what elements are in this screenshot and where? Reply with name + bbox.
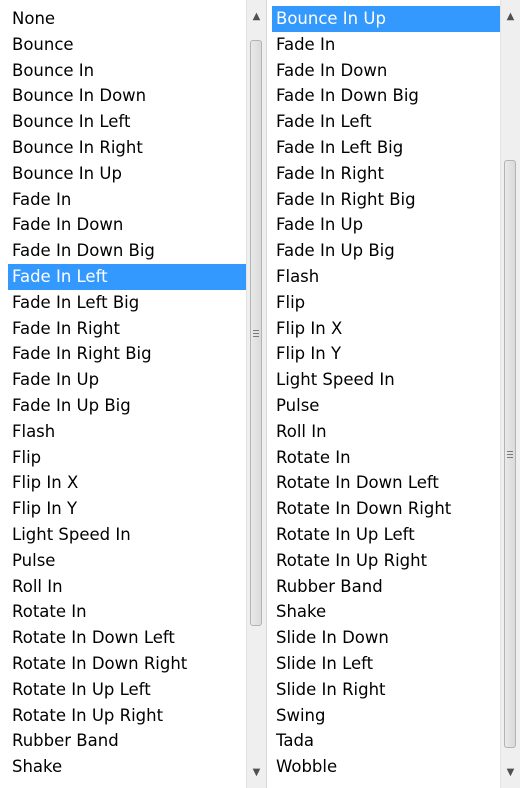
list-item[interactable]: Roll In	[272, 419, 500, 445]
list-item[interactable]: Fade In Right	[272, 161, 500, 187]
list-item[interactable]: Fade In Right Big	[8, 341, 246, 367]
list-item[interactable]: Flip	[272, 290, 500, 316]
list-item[interactable]: Wobble	[272, 754, 500, 780]
list-item[interactable]: Rubber Band	[272, 574, 500, 600]
scroll-up-arrow-icon[interactable]: ▲	[247, 6, 266, 26]
list-item[interactable]: Light Speed In	[272, 367, 500, 393]
list-item[interactable]: Bounce In Up	[8, 161, 246, 187]
list-item[interactable]: Rotate In Up Right	[8, 703, 246, 729]
list-item[interactable]: Rotate In Up Left	[272, 522, 500, 548]
list-item[interactable]: Rotate In Down Right	[272, 496, 500, 522]
listbox-items: Bounce In Up Fade In Fade In Down Fade In D…	[272, 6, 500, 780]
list-item[interactable]: Fade In Right Big	[272, 187, 500, 213]
list-item[interactable]: Fade In Down Big	[8, 238, 246, 264]
list-item[interactable]: Flip In Y	[8, 496, 246, 522]
list-item[interactable]: Fade In Left	[272, 109, 500, 135]
list-item[interactable]: Bounce In Down	[8, 83, 246, 109]
list-item[interactable]: Light Speed In	[8, 522, 246, 548]
scrollbar-grip-icon	[253, 329, 259, 337]
list-item[interactable]: Shake	[272, 599, 500, 625]
list-item[interactable]: Slide In Right	[272, 677, 500, 703]
list-item[interactable]: Bounce In Left	[8, 109, 246, 135]
vertical-scrollbar[interactable]: ▲ ▼	[246, 0, 266, 788]
scroll-up-arrow-icon[interactable]: ▲	[501, 6, 520, 26]
list-item[interactable]: Fade In	[272, 32, 500, 58]
list-item[interactable]: Fade In Left Big	[272, 135, 500, 161]
list-item[interactable]: Bounce	[8, 32, 246, 58]
list-item[interactable]: Rotate In Down Left	[8, 625, 246, 651]
list-item[interactable]: Tada	[272, 728, 500, 754]
list-item[interactable]: Flip In X	[8, 470, 246, 496]
list-item[interactable]: Fade In Left Big	[8, 290, 246, 316]
list-item[interactable]: Swing	[272, 703, 500, 729]
list-item[interactable]: Rubber Band	[8, 728, 246, 754]
list-item[interactable]: Roll In	[8, 574, 246, 600]
list-item[interactable]: Fade In Right	[8, 316, 246, 342]
list-item[interactable]: Fade In Up Big	[272, 238, 500, 264]
scroll-down-arrow-icon[interactable]: ▼	[501, 762, 520, 782]
list-item[interactable]: Flip In X	[272, 316, 500, 342]
list-item[interactable]: Fade In Up Big	[8, 393, 246, 419]
list-item[interactable]: Fade In	[8, 187, 246, 213]
list-item[interactable]: Rotate In Down Right	[8, 651, 246, 677]
list-item[interactable]: Fade In Down	[8, 212, 246, 238]
list-item[interactable]: Bounce In	[8, 58, 246, 84]
list-item[interactable]: Pulse	[272, 393, 500, 419]
scrollbar-thumb[interactable]	[250, 40, 262, 626]
list-item[interactable]: Rotate In	[8, 599, 246, 625]
scrollbar-grip-icon	[507, 450, 513, 458]
list-item[interactable]: Fade In Up	[272, 212, 500, 238]
animation-listbox-left[interactable]: None Bounce Bounce In Bounce In Down Bounce …	[8, 0, 267, 788]
list-item[interactable]: Rotate In Down Left	[272, 470, 500, 496]
list-item[interactable]: Fade In Down Big	[272, 83, 500, 109]
list-item[interactable]: Flip	[8, 445, 246, 471]
animation-listbox-right[interactable]: Bounce In Up Fade In Fade In Down Fade In D…	[272, 0, 520, 788]
list-item[interactable]: Rotate In Up Right	[272, 548, 500, 574]
list-item[interactable]: Flip In Y	[272, 341, 500, 367]
list-item[interactable]: None	[8, 6, 246, 32]
list-item[interactable]: Fade In Down	[272, 58, 500, 84]
list-item[interactable]: Fade In Left	[8, 263, 246, 290]
list-item[interactable]: Slide In Down	[272, 625, 500, 651]
list-item[interactable]: Shake	[8, 754, 246, 780]
scroll-down-arrow-icon[interactable]: ▼	[247, 762, 266, 782]
list-item[interactable]: Fade In Up	[8, 367, 246, 393]
list-item[interactable]: Rotate In Up Left	[8, 677, 246, 703]
list-item[interactable]: Flash	[272, 264, 500, 290]
list-item[interactable]: Bounce In Right	[8, 135, 246, 161]
list-item[interactable]: Bounce In Up	[272, 6, 500, 32]
list-item[interactable]: Pulse	[8, 548, 246, 574]
listbox-items: None Bounce Bounce In Bounce In Down Bounce …	[8, 6, 246, 780]
list-item[interactable]: Rotate In	[272, 445, 500, 471]
scrollbar-thumb[interactable]	[504, 160, 516, 748]
list-item[interactable]: Flash	[8, 419, 246, 445]
list-item[interactable]: Slide In Left	[272, 651, 500, 677]
vertical-scrollbar[interactable]: ▲ ▼	[500, 0, 520, 788]
